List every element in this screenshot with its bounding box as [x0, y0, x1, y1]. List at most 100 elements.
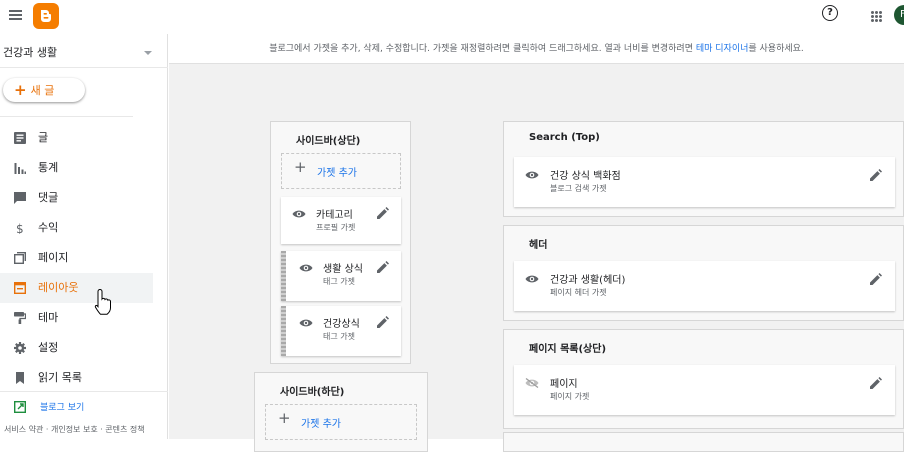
external-link-icon [14, 401, 26, 413]
gadget-type: 태그 가젯 [323, 277, 355, 286]
visible-eye-icon[interactable] [299, 318, 313, 328]
edit-pencil-icon[interactable] [377, 207, 389, 219]
add-gadget-button[interactable]: + 가젯 추가 [265, 404, 417, 440]
gadget-title: 카테고리 [316, 210, 353, 221]
sidebar-item-stats[interactable]: 통계 [0, 153, 153, 183]
section-title: 사이드바(하단) [280, 387, 345, 398]
sidebar-item-reading-list[interactable]: 읽기 목록 [0, 363, 153, 393]
section-title: 사이드바(상단) [296, 136, 361, 147]
visible-eye-icon[interactable] [525, 274, 539, 284]
gadget-type: 태그 가젯 [323, 332, 355, 341]
sidebar-item-label: 수익 [38, 221, 59, 234]
gadget-type: 페이지 가젯 [550, 392, 590, 401]
section-sidebar-bottom: 사이드바(하단) + 가젯 추가 [254, 372, 428, 452]
divider [0, 116, 133, 117]
blog-selector[interactable]: 건강과 생활 [3, 42, 155, 64]
blog-name: 건강과 생활 [3, 46, 58, 59]
sidebar-item-label: 통계 [38, 161, 59, 174]
plus-icon: + [294, 158, 307, 176]
sidebar-item-settings[interactable]: 설정 [0, 333, 153, 363]
gadget-title: 페이지 [550, 379, 578, 390]
gadget-card[interactable]: 건강 상식 백화점 블로그 검색 가젯 [514, 157, 895, 207]
layout-editor: 블로그에서 가젯을 추가, 삭제, 수정합니다. 가젯을 재정렬하려면 클릭하여… [169, 34, 904, 452]
view-blog-label: 블로그 보기 [40, 403, 85, 413]
gadget-card[interactable]: 건강과 생활(헤더) 페이지 헤더 가젯 [514, 261, 895, 311]
apps-grid-icon[interactable] [871, 11, 882, 22]
avatar[interactable]: F [894, 5, 904, 25]
new-post-button[interactable]: + 새 글 [3, 78, 85, 102]
info-text: 블로그에서 가젯을 추가, 삭제, 수정합니다. 가젯을 재정렬하려면 클릭하여… [269, 44, 696, 54]
sidebar-nav: 글 통계 댓글 $ 수익 페이지 레이아웃 테마 설정 읽기 목록 [0, 123, 153, 393]
gadget-type: 페이지 헤더 가젯 [550, 288, 607, 297]
divider [0, 391, 168, 392]
hand-cursor-icon [94, 288, 111, 315]
svg-text:$: $ [16, 222, 24, 234]
visible-eye-icon[interactable] [299, 263, 313, 273]
edit-pencil-icon[interactable] [870, 377, 882, 389]
plus-icon: + [278, 409, 291, 427]
sidebar-item-label: 읽기 목록 [38, 371, 82, 384]
info-bar: 블로그에서 가젯을 추가, 삭제, 수정합니다. 가젯을 재정렬하려면 클릭하여… [169, 34, 904, 64]
top-bar: ? F [0, 0, 904, 34]
sidebar-item-posts[interactable]: 글 [0, 123, 153, 153]
reading-list-icon [16, 372, 24, 384]
left-sidebar: 건강과 생활 + 새 글 글 통계 댓글 $ 수익 페이지 레이아웃 테마 설정… [0, 34, 168, 439]
gadget-title: 생활 상식 [323, 264, 363, 275]
edit-pencil-icon[interactable] [377, 316, 389, 328]
gadget-title: 건강 상식 백화점 [550, 171, 621, 182]
gadget-title: 건강상식 [323, 319, 360, 330]
sidebar-item-label: 레이아웃 [38, 281, 79, 294]
comments-icon [14, 192, 26, 204]
stats-icon [14, 163, 26, 174]
gadget-title: 건강과 생활(헤더) [550, 275, 626, 286]
view-blog-link[interactable]: 블로그 보기 [0, 394, 168, 422]
help-icon[interactable]: ? [822, 5, 838, 21]
sidebar-item-layout[interactable]: 레이아웃 [0, 273, 153, 303]
theme-designer-link[interactable]: 테마 디자이너 [696, 44, 749, 54]
section-header: 헤더 건강과 생활(헤더) 페이지 헤더 가젯 [503, 225, 904, 321]
section-title: 헤더 [529, 240, 548, 251]
pages-icon [14, 252, 26, 264]
sidebar-item-label: 페이지 [38, 251, 69, 264]
divider [0, 67, 168, 68]
visible-eye-icon[interactable] [292, 209, 306, 219]
add-gadget-label: 가젯 추가 [301, 419, 341, 430]
gadget-card[interactable]: 카테고리 프로필 가젯 [281, 197, 401, 244]
section-next [503, 432, 904, 452]
edit-pencil-icon[interactable] [377, 261, 389, 273]
blogger-logo-icon[interactable] [33, 3, 59, 29]
add-gadget-button[interactable]: + 가젯 추가 [281, 153, 401, 189]
sidebar-item-theme[interactable]: 테마 [0, 303, 153, 333]
gadget-card[interactable]: 건강상식 태그 가젯 [281, 306, 401, 356]
section-title: Search (Top) [529, 132, 600, 143]
layout-icon [14, 282, 26, 294]
earnings-icon: $ [16, 222, 24, 234]
settings-icon [14, 342, 26, 354]
sidebar-item-earnings[interactable]: $ 수익 [0, 213, 153, 243]
section-page-list-top: 페이지 목록(상단) 페이지 페이지 가젯 [503, 329, 904, 429]
gadget-type: 블로그 검색 가젯 [550, 184, 607, 193]
theme-icon [14, 312, 26, 324]
dropdown-caret-icon [144, 51, 152, 55]
sidebar-item-label: 댓글 [38, 191, 59, 204]
sidebar-item-label: 설정 [38, 341, 59, 354]
sidebar-item-comments[interactable]: 댓글 [0, 183, 153, 213]
section-search-top: Search (Top) 건강 상식 백화점 블로그 검색 가젯 [503, 121, 904, 217]
sidebar-item-label: 테마 [38, 311, 59, 324]
footer-links[interactable]: 서비스 약관 · 개인정보 보호 · 콘텐츠 정책 [4, 424, 145, 435]
hidden-eye-icon[interactable] [525, 378, 539, 388]
edit-pencil-icon[interactable] [870, 169, 882, 181]
edit-pencil-icon[interactable] [870, 273, 882, 285]
sidebar-item-pages[interactable]: 페이지 [0, 243, 153, 273]
posts-icon [14, 132, 26, 144]
info-text-suffix: 를 사용하세요. [748, 44, 804, 54]
add-gadget-label: 가젯 추가 [317, 168, 357, 179]
sidebar-item-label: 글 [38, 131, 49, 144]
gadget-card[interactable]: 생활 상식 태그 가젯 [281, 251, 401, 301]
plus-icon: + [14, 81, 27, 99]
new-post-label: 새 글 [30, 84, 55, 97]
visible-eye-icon[interactable] [525, 170, 539, 180]
gadget-card[interactable]: 페이지 페이지 가젯 [514, 365, 895, 415]
section-title: 페이지 목록(상단) [529, 344, 607, 355]
hamburger-menu-icon[interactable] [9, 10, 22, 20]
